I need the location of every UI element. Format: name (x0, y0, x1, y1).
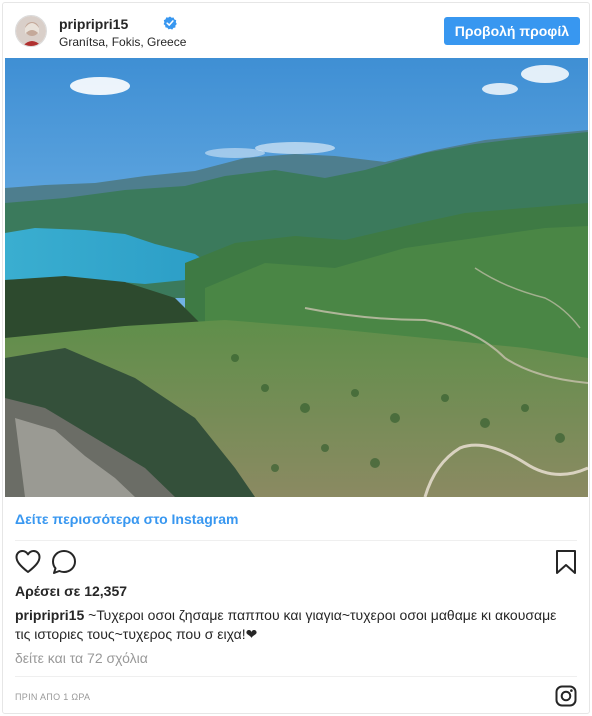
comment-icon[interactable] (51, 549, 77, 575)
instagram-logo-icon[interactable] (555, 685, 577, 707)
location-link[interactable]: Granítsa, Fokis, Greece (59, 35, 186, 49)
post-caption: pripripri15 ~Τυχεροι οσοι ζησαμε παππου … (15, 606, 575, 644)
caption-username-link[interactable]: pripripri15 (15, 607, 84, 623)
likes-count[interactable]: Αρέσει σε 12,357 (15, 583, 127, 599)
caption-text: ~Τυχεροι οσοι ζησαμε παππου και γιαγια~τ… (15, 607, 557, 642)
heart-icon[interactable] (15, 549, 41, 575)
instagram-embed-card: pripripri15 Granítsa, Fokis, Greece Προβ… (2, 2, 590, 714)
bookmark-icon[interactable] (555, 549, 577, 575)
avatar[interactable] (15, 15, 47, 47)
verified-badge-icon (163, 16, 177, 30)
post-timestamp[interactable]: ΠΡΙΝ ΑΠΟ 1 ΩΡΑ (15, 692, 90, 702)
divider (15, 676, 577, 677)
divider (15, 540, 577, 541)
post-photo[interactable] (5, 58, 588, 497)
view-profile-button[interactable]: Προβολή προφίλ (443, 17, 580, 45)
view-all-comments-link[interactable]: δείτε και τα 72 σχόλια (15, 650, 148, 666)
username-link[interactable]: pripripri15 (59, 16, 128, 32)
view-more-on-instagram-link[interactable]: Δείτε περισσότερα στο Instagram (15, 511, 238, 527)
post-header: pripripri15 Granítsa, Fokis, Greece Προβ… (3, 3, 589, 59)
